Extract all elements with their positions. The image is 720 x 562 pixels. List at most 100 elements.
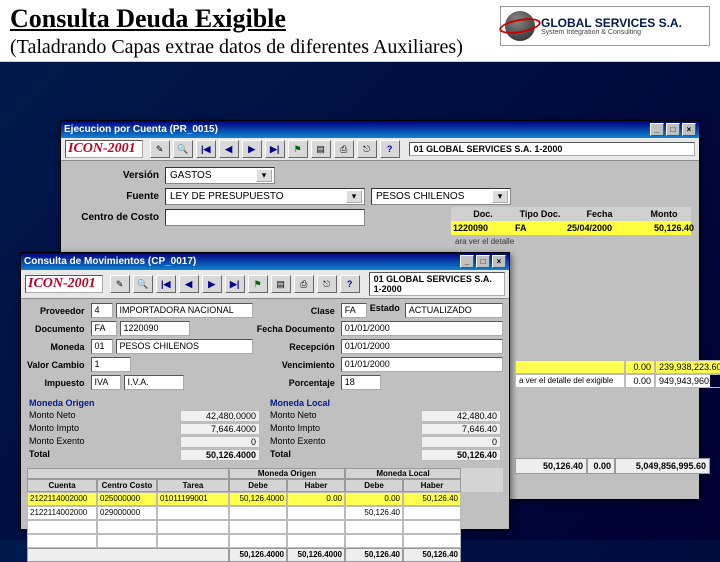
input-fechadoc[interactable]: 01/01/2000 [341, 321, 503, 336]
company-context-2: 01 GLOBAL SERVICES S.A. 1-2000 [369, 272, 505, 296]
exit-icon[interactable]: ⎋ [357, 140, 377, 158]
input-recepcion[interactable]: 01/01/2000 [341, 339, 503, 354]
save-icon[interactable]: ✎ [150, 140, 170, 158]
toolbar-cp0017: ICON-2001 ✎ 🔍 |◀ ◀ ▶ ▶| ⚑ ▤ ⎙ ⎋ ? 01 GLO… [21, 270, 509, 299]
logo-line2: System Integration & Consulting [541, 29, 682, 36]
label-impuesto: Impuesto [27, 378, 87, 388]
label-fechadoc: Fecha Documento [257, 324, 337, 334]
label-centro: Centro de Costo [69, 212, 159, 223]
col-doc: Doc. [453, 209, 513, 219]
search-icon[interactable]: 🔍 [173, 140, 193, 158]
input-version[interactable]: GASTOS [165, 167, 275, 184]
label-moneda: Moneda [27, 342, 87, 352]
money-col2-header: Moneda Local [270, 398, 501, 408]
sum-total-2: 0.00 [587, 458, 615, 474]
input-impname: I.V.A. [124, 375, 184, 390]
label-porcentaje: Porcentaje [257, 378, 337, 388]
grid-row[interactable]: 2122114002000 025000000 01011199001 50,1… [27, 492, 503, 506]
prev-icon[interactable]: ◀ [179, 275, 199, 293]
label-estado: Estado [370, 303, 402, 318]
sum-total-1: 50,126.40 [515, 458, 587, 474]
input-centro[interactable] [165, 209, 365, 226]
summary-row[interactable]: a ver el detalle del exigible 0.00 949,9… [515, 374, 710, 388]
col-fecha: Fecha [567, 209, 632, 219]
val-impto2: 7,646.40 [421, 423, 501, 435]
result-row[interactable]: 1220090 FA 25/04/2000 50,126.40 [451, 221, 691, 235]
run-icon[interactable]: ⚑ [248, 275, 268, 293]
globe-icon [505, 11, 535, 41]
val-total2: 50,126.40 [421, 449, 501, 461]
help-icon[interactable]: ? [380, 140, 400, 158]
exit-icon[interactable]: ⎋ [317, 275, 337, 293]
last-icon[interactable]: ▶| [225, 275, 245, 293]
val-impto1: 7,646.4000 [180, 423, 260, 435]
grid-row[interactable] [27, 534, 503, 548]
col-tipodoc: Tipo Doc. [515, 209, 565, 219]
val-neto1: 42,480.0000 [180, 410, 260, 422]
input-impcode[interactable]: IVA [91, 375, 121, 390]
grid-row[interactable]: 2122114002000 029000000 50,126.40 [27, 506, 503, 520]
company-context: 01 GLOBAL SERVICES S.A. 1-2000 [409, 142, 695, 156]
sum-total-3: 5,049,856,995.60 [615, 458, 710, 474]
titlebar-cp0017[interactable]: Consulta de Movimientos (CP_0017) _ □ × [21, 253, 509, 270]
input-clase[interactable]: FA [341, 303, 367, 318]
label-clase: Clase [257, 306, 337, 316]
result-hint: ara ver el detalle [451, 235, 691, 248]
logo-line1: GLOBAL SERVICES S.A. [541, 17, 682, 29]
summary-row[interactable]: 0.00 239,938,223.60 [515, 360, 710, 374]
label-fuente: Fuente [69, 191, 159, 202]
next-icon[interactable]: ▶ [242, 140, 262, 158]
titlebar-pr0015[interactable]: Ejecucion por Cuenta (PR_0015) _ □ × [61, 121, 699, 138]
input-estado: ACTUALIZADO [405, 303, 503, 318]
input-monedaname: PESOS CHILENOS [116, 339, 253, 354]
last-icon[interactable]: ▶| [265, 140, 285, 158]
input-prov-code[interactable]: 4 [91, 303, 113, 318]
input-docnum[interactable]: 1220090 [120, 321, 190, 336]
prev-icon[interactable]: ◀ [219, 140, 239, 158]
input-prov-name: IMPORTADORA NACIONAL [116, 303, 253, 318]
val-total1: 50,126.4000 [180, 449, 260, 461]
first-icon[interactable]: |◀ [196, 140, 216, 158]
grid-row[interactable] [27, 520, 503, 534]
window-cp0017: Consulta de Movimientos (CP_0017) _ □ × … [20, 252, 510, 530]
col-monto: Monto [634, 209, 694, 219]
right-summary: 0.00 239,938,223.60 a ver el detalle del… [515, 360, 710, 474]
app-badge-2: ICON-2001 [25, 275, 103, 293]
save-icon[interactable]: ✎ [110, 275, 130, 293]
search-icon[interactable]: 🔍 [133, 275, 153, 293]
label-vencimiento: Vencimiento [257, 360, 337, 370]
company-logo: GLOBAL SERVICES S.A. System Integration … [500, 6, 710, 46]
toolbar-pr0015: ICON-2001 ✎ 🔍 |◀ ◀ ▶ ▶| ⚑ ▤ ⎙ ⎋ ? 01 GLO… [61, 138, 699, 161]
close-icon[interactable]: × [492, 255, 506, 268]
maximize-icon[interactable]: □ [476, 255, 490, 268]
label-proveedor: Proveedor [27, 306, 87, 316]
window-title-2: Consulta de Movimientos (CP_0017) [24, 256, 196, 267]
input-vencimiento[interactable]: 01/01/2000 [341, 357, 503, 372]
input-valorcambio[interactable]: 1 [91, 357, 131, 372]
input-doctipo[interactable]: FA [91, 321, 117, 336]
app-badge: ICON-2001 [65, 140, 143, 158]
label-recepcion: Recepción [257, 342, 337, 352]
input-moneda[interactable]: PESOS CHILENOS [371, 188, 511, 205]
next-icon[interactable]: ▶ [202, 275, 222, 293]
maximize-icon[interactable]: □ [666, 123, 680, 136]
first-icon[interactable]: |◀ [156, 275, 176, 293]
input-fuente[interactable]: LEY DE PRESUPUESTO [165, 188, 365, 205]
input-monedacode[interactable]: 01 [91, 339, 113, 354]
minimize-icon[interactable]: _ [650, 123, 664, 136]
label-version: Versión [69, 170, 159, 181]
edit-icon[interactable]: ▤ [311, 140, 331, 158]
print-icon[interactable]: ⎙ [294, 275, 314, 293]
input-porcentaje: 18 [341, 375, 381, 390]
label-documento: Documento [27, 324, 87, 334]
minimize-icon[interactable]: _ [460, 255, 474, 268]
tools-icon[interactable]: ▤ [271, 275, 291, 293]
close-icon[interactable]: × [682, 123, 696, 136]
val-exento2: 0 [421, 436, 501, 448]
tool-icon[interactable]: ⎙ [334, 140, 354, 158]
money-col1-header: Moneda Origen [29, 398, 260, 408]
run-icon[interactable]: ⚑ [288, 140, 308, 158]
help-icon[interactable]: ? [340, 275, 360, 293]
slide-title: Consulta Deuda Exigible [10, 4, 286, 34]
accounting-grid: Moneda Origen Moneda Local Cuenta Centro… [27, 468, 503, 562]
